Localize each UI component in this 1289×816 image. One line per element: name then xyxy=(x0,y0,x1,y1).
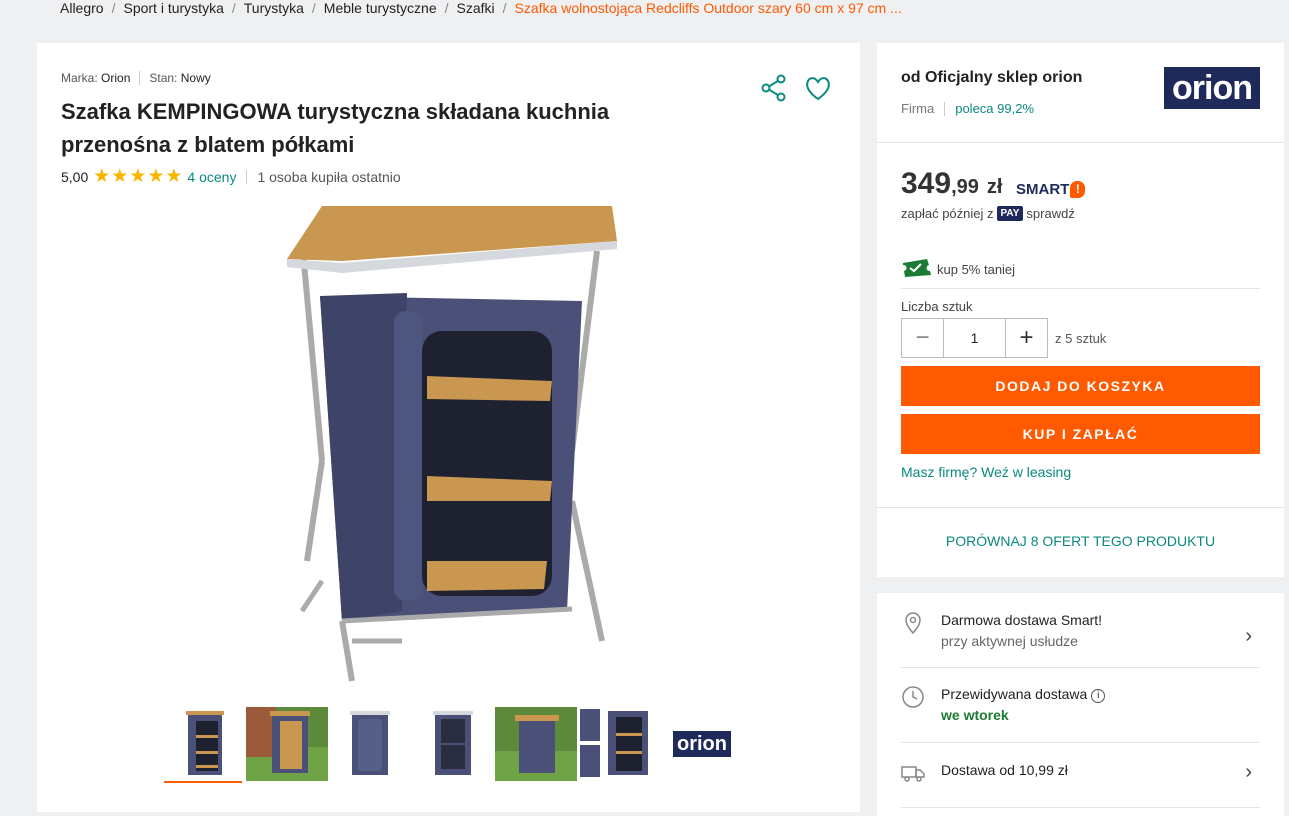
discount-row: kup 5% taniej xyxy=(901,259,1015,280)
breadcrumb-separator: / xyxy=(311,0,316,16)
quantity-available: z 5 sztuk xyxy=(1055,331,1107,346)
breadcrumb-item-turystyka[interactable]: Turystyka xyxy=(244,0,304,16)
product-card: Marka: Orion Stan: Nowy Szafka KEMPINGOW… xyxy=(37,43,860,812)
share-icon[interactable] xyxy=(759,73,789,103)
delivery-card: Darmowa dostawa Smart! przy aktywnej usł… xyxy=(877,593,1284,816)
orion-logo-thumb: orion xyxy=(673,731,731,757)
truck-icon xyxy=(901,761,925,785)
delivery-cost-row[interactable]: Dostawa od 10,99 zł › xyxy=(901,761,1260,791)
pay-later-text: zapłać później z xyxy=(901,206,994,221)
breadcrumb-item-allegro[interactable]: Allegro xyxy=(60,0,104,16)
breadcrumb-current[interactable]: Szafka wolnostojąca Redcliffs Outdoor sz… xyxy=(515,0,902,16)
price-integer: 349 xyxy=(901,167,952,200)
divider xyxy=(901,807,1260,808)
condition-value: Nowy xyxy=(180,71,211,85)
rating-value: 5,00 xyxy=(61,168,89,185)
chevron-right-icon[interactable]: › xyxy=(1245,761,1252,784)
divider xyxy=(877,507,1284,508)
condition-label: Stan: xyxy=(149,71,178,85)
brand-label: Marka: xyxy=(61,71,98,85)
delivery-expected-row: Przewidywana dostawa i we wtorek xyxy=(901,685,1260,735)
rating-row: 5,00 ★★★★★ 4 oceny 1 osoba kupiła ostatn… xyxy=(61,165,401,188)
divider xyxy=(944,101,946,116)
brand-value[interactable]: Orion xyxy=(101,71,130,85)
divider xyxy=(901,667,1260,668)
breadcrumb-item-szafki[interactable]: Szafki xyxy=(457,0,495,16)
product-meta: Marka: Orion Stan: Nowy xyxy=(61,71,211,85)
quantity-stepper: − + xyxy=(901,318,1048,358)
chevron-right-icon[interactable]: › xyxy=(1245,625,1252,648)
divider xyxy=(246,169,248,184)
thumbnail-1[interactable] xyxy=(163,707,245,783)
breadcrumb-separator: / xyxy=(111,0,116,16)
info-icon[interactable]: i xyxy=(1091,689,1106,703)
thumbnail-4[interactable] xyxy=(412,707,494,781)
seller-logo[interactable]: orion xyxy=(1164,67,1260,109)
thumbnail-5[interactable] xyxy=(495,707,577,781)
expected-delivery-day: we wtorek xyxy=(941,707,1009,723)
delivery-free-row[interactable]: Darmowa dostawa Smart! przy aktywnej usł… xyxy=(901,611,1260,661)
rating-count-link[interactable]: 4 oceny xyxy=(187,169,236,185)
leasing-link[interactable]: Masz firmę? Weź w leasing xyxy=(901,464,1071,480)
free-delivery-title: Darmowa dostawa Smart! xyxy=(941,612,1103,628)
thumbnail-6[interactable] xyxy=(578,707,660,781)
breadcrumb-item-meble[interactable]: Meble turystyczne xyxy=(324,0,437,16)
heart-icon[interactable] xyxy=(803,73,833,103)
pay-badge: PAY xyxy=(996,206,1024,221)
breadcrumb: Allegro / Sport i turystyka / Turystyka … xyxy=(60,0,902,18)
clock-icon xyxy=(901,685,925,709)
breadcrumb-separator: / xyxy=(444,0,449,16)
seller-name[interactable]: od Oficjalny sklep orion xyxy=(901,69,1082,87)
pay-later: zapłać później z PAY sprawdź xyxy=(901,206,1075,221)
location-pin-icon xyxy=(901,611,925,635)
rating-stars: ★★★★★ xyxy=(93,166,184,187)
thumbnail-2[interactable] xyxy=(246,707,328,781)
divider xyxy=(901,742,1260,743)
quantity-label: Liczba sztuk xyxy=(901,299,973,314)
expected-delivery-title: Przewidywana dostawa i xyxy=(941,686,1106,703)
quantity-decrease-button[interactable]: − xyxy=(902,319,943,357)
delivery-cost: Dostawa od 10,99 zł xyxy=(941,762,1068,778)
discount-ticket-icon xyxy=(901,259,931,280)
discount-text: kup 5% taniej xyxy=(937,262,1016,277)
product-main-image[interactable] xyxy=(282,201,622,701)
add-to-cart-button[interactable]: DODAJ DO KOSZYKA xyxy=(901,366,1260,406)
price: 349,99 zł xyxy=(901,167,1002,201)
expected-delivery-label: Przewidywana dostawa xyxy=(941,686,1088,702)
divider xyxy=(139,71,141,85)
thumbnail-strip: orion xyxy=(163,707,744,783)
compare-offers-link[interactable]: PORÓWNAJ 8 OFERT TEGO PRODUKTU xyxy=(877,533,1284,549)
price-currency: zł xyxy=(986,176,1003,198)
breadcrumb-item-sport[interactable]: Sport i turystyka xyxy=(123,0,223,16)
divider xyxy=(877,142,1284,143)
product-title: Szafka KEMPINGOWA turystyczna składana k… xyxy=(61,99,610,157)
smart-info-icon: ! xyxy=(1070,181,1086,198)
divider xyxy=(901,288,1260,289)
smart-label: SMART xyxy=(1016,181,1070,198)
offer-card: od Oficjalny sklep orion Firma poleca 99… xyxy=(877,43,1284,577)
thumbnail-7-orion-logo[interactable]: orion xyxy=(661,707,743,781)
seller-recommend[interactable]: poleca 99,2% xyxy=(955,101,1034,116)
breadcrumb-separator: / xyxy=(502,0,507,16)
bought-recently: 1 osoba kupiła ostatnio xyxy=(257,168,401,185)
smart-badge: SMART! xyxy=(1016,181,1086,198)
free-delivery-subtitle: przy aktywnej usłudze xyxy=(941,633,1078,649)
breadcrumb-separator: / xyxy=(231,0,236,16)
quantity-input[interactable] xyxy=(943,319,1006,357)
price-decimal: ,99 xyxy=(951,176,979,198)
seller-type: Firma xyxy=(901,101,935,116)
seller-info: Firma poleca 99,2% xyxy=(901,101,1034,116)
buy-now-button[interactable]: KUP I ZAPŁAĆ xyxy=(901,414,1260,454)
thumbnail-3[interactable] xyxy=(329,707,411,781)
quantity-increase-button[interactable]: + xyxy=(1006,319,1047,357)
pay-later-check[interactable]: sprawdź xyxy=(1026,206,1074,221)
